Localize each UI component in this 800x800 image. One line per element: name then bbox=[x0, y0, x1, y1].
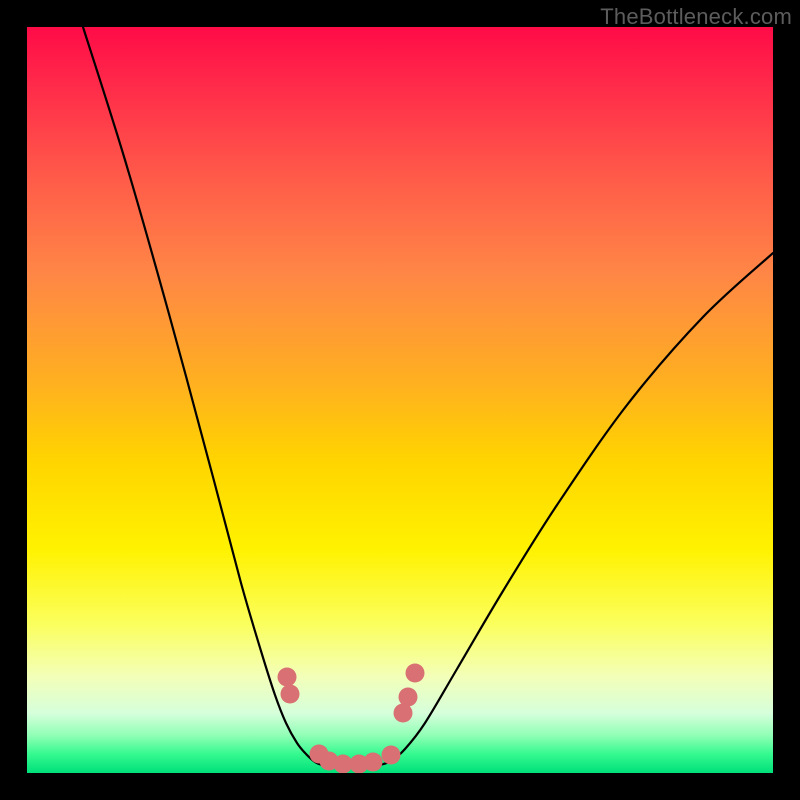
curve-marker bbox=[406, 664, 425, 683]
curve-marker bbox=[364, 753, 383, 772]
watermark-text: TheBottleneck.com bbox=[600, 4, 792, 30]
plot-area bbox=[27, 27, 773, 773]
curve-marker bbox=[399, 688, 418, 707]
bottleneck-curve bbox=[83, 27, 773, 767]
chart-svg bbox=[27, 27, 773, 773]
curve-marker bbox=[382, 746, 401, 765]
curve-marker bbox=[281, 685, 300, 704]
curve-markers bbox=[278, 664, 425, 774]
curve-marker bbox=[278, 668, 297, 687]
outer-frame: TheBottleneck.com bbox=[0, 0, 800, 800]
curve-line bbox=[83, 27, 773, 767]
